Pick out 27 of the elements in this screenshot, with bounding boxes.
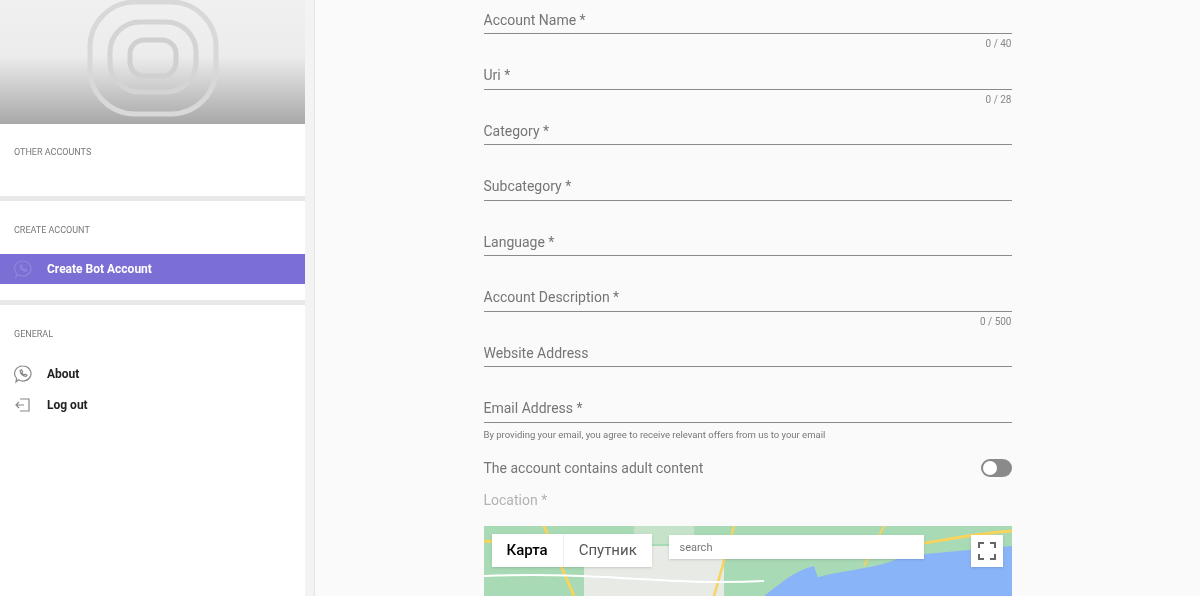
input-field[interactable]: Category * bbox=[483, 117, 1012, 145]
fullscreen-icon bbox=[977, 542, 996, 560]
sidebar-item[interactable]: Log out bbox=[0, 389, 305, 420]
character-counter: 0 / 28 bbox=[985, 93, 1012, 106]
input-field[interactable]: Language * bbox=[483, 228, 1012, 256]
hint-text: By providing your email, you agree to receive relevant offers from us to your email bbox=[483, 428, 827, 441]
character-counter: 0 / 500 bbox=[979, 315, 1012, 328]
map-type-tab[interactable]: Карта bbox=[491, 534, 564, 567]
sidebar-item[interactable]: Create Bot Account bbox=[0, 254, 305, 284]
sidebar-item[interactable]: About bbox=[0, 358, 305, 389]
toggle-switch[interactable] bbox=[980, 459, 1012, 477]
input-field[interactable]: Email Address * bbox=[483, 394, 1012, 423]
map-type-tab[interactable]: Спутник bbox=[563, 534, 652, 567]
section-title: OTHER ACCOUNTS bbox=[13, 146, 93, 159]
input-field[interactable]: Subcategory * bbox=[483, 172, 1012, 201]
section-title: GENERAL bbox=[13, 328, 55, 341]
input-field[interactable]: Account Name * bbox=[483, 6, 1012, 34]
fullscreen-button[interactable] bbox=[970, 535, 1003, 567]
input-field[interactable]: Uri * bbox=[483, 61, 1012, 90]
map-search-field[interactable]: search bbox=[668, 535, 924, 559]
input-field[interactable]: Website Address bbox=[483, 339, 1012, 367]
location-label: Location * bbox=[483, 492, 549, 508]
section-title: CREATE ACCOUNT bbox=[13, 224, 91, 237]
phone-bubble-icon bbox=[13, 363, 33, 384]
input-field[interactable]: Account Description * bbox=[483, 283, 1012, 312]
character-counter: 0 / 40 bbox=[985, 38, 1012, 50]
toggle-label: The account contains adult content bbox=[483, 458, 704, 478]
